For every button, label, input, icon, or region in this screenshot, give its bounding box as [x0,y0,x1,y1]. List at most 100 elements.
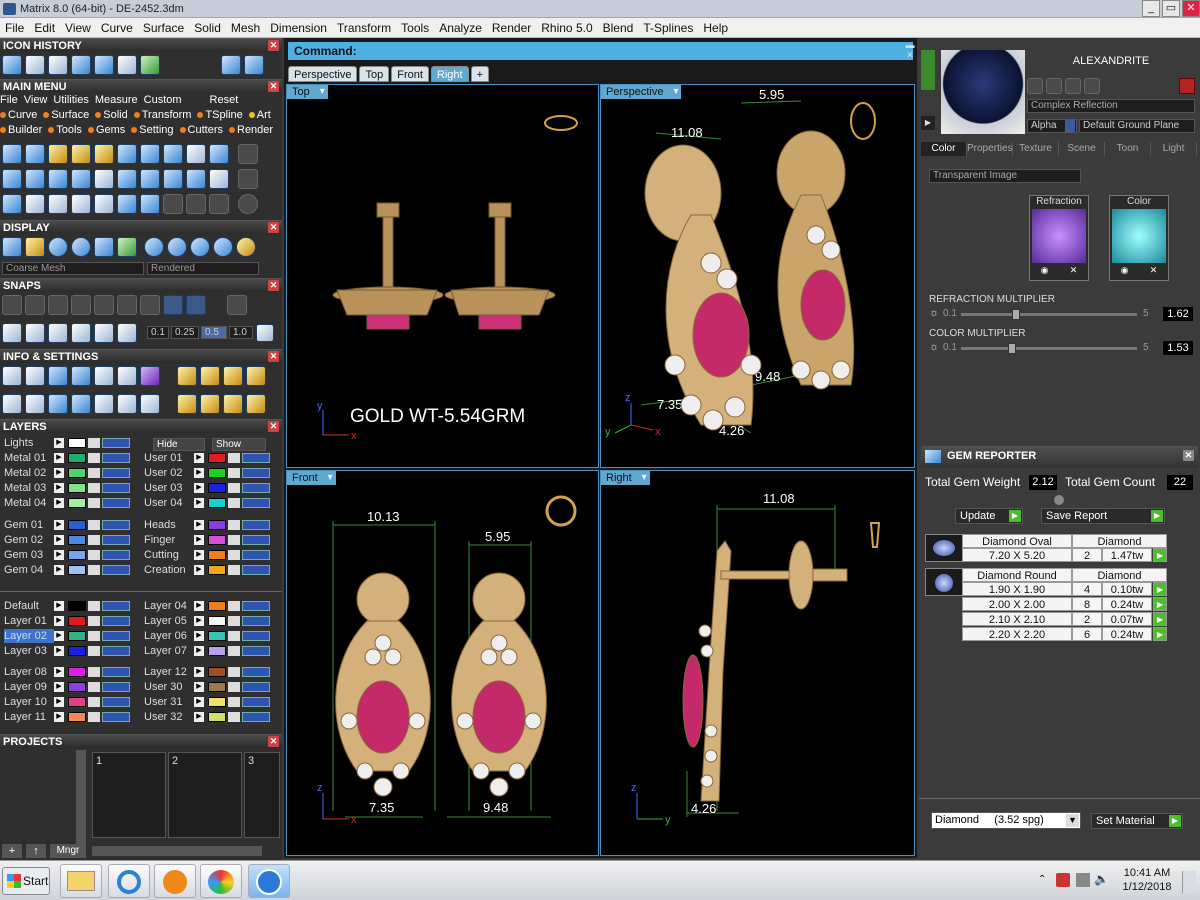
layer-row[interactable]: Gem 02 ▶ [4,533,134,547]
set-material-button[interactable]: Set Material ▶ [1091,813,1183,829]
viewport-top[interactable]: Top y x GOLD WT-5.54GRM [286,84,599,468]
expand-icon[interactable]: ▶ [194,550,204,560]
display-icon[interactable] [71,237,91,257]
tool-icon[interactable] [117,144,137,164]
tool-icon[interactable] [2,169,22,189]
manager-button[interactable]: Mngr [50,844,86,858]
tab-scene[interactable]: Scene [1059,142,1105,156]
snap-icon[interactable] [117,295,137,315]
lock-icon[interactable] [228,667,240,677]
expand-icon[interactable]: ▶ [54,697,64,707]
expand-icon[interactable]: ▶ [194,520,204,530]
settings-icon[interactable] [2,394,22,414]
layer-color-swatch[interactable] [208,535,226,545]
visibility-toggle[interactable] [102,646,130,656]
tool-icon[interactable] [25,194,45,214]
layer-color-swatch[interactable] [208,520,226,530]
expand-icon[interactable]: ▶ [54,498,64,508]
lock-icon[interactable] [88,565,100,575]
lock-icon[interactable] [88,498,100,508]
display-icon[interactable] [117,237,137,257]
tool-icon[interactable] [48,144,68,164]
close-button[interactable]: ✕ [1182,0,1200,17]
close-icon[interactable]: ✕ [268,81,279,92]
mm-custom[interactable]: Custom [144,94,182,106]
show-hidden-icons[interactable]: ⌃ [1038,874,1046,885]
display-icon[interactable] [2,237,22,257]
project-slot-1[interactable]: 1 [92,752,166,838]
tool-icon[interactable] [140,194,160,214]
tab-perspective[interactable]: Perspective [288,66,358,82]
menu-help[interactable]: Help [698,21,733,35]
project-slot-2[interactable]: 2 [168,752,242,838]
expand-icon[interactable]: ▶ [54,520,64,530]
menu-blend[interactable]: Blend [598,21,639,35]
visibility-toggle[interactable] [242,682,270,692]
layer-row[interactable]: Metal 03 ▶ [4,481,134,495]
add-tab-button[interactable]: + [470,66,490,82]
color-swatch[interactable]: Color ◉ ✕ [1109,195,1169,281]
layer-row[interactable]: Layer 10 ▶ [4,695,134,709]
slider-track[interactable] [961,347,1137,350]
layer-row[interactable]: Layer 08 ▶ [4,665,134,679]
lock-icon[interactable] [88,453,100,463]
projects-scrollbar[interactable] [76,750,86,845]
close-icon[interactable]: ✕ [268,736,279,747]
mm-tools[interactable]: Tools [48,124,82,136]
close-icon[interactable]: ✕ [268,351,279,362]
expand-icon[interactable]: ▶ [54,616,64,626]
expand-icon[interactable]: ▶ [54,601,64,611]
round-row-arrow-icon[interactable]: ▶ [1153,597,1167,611]
tool-icon[interactable] [163,144,183,164]
visibility-toggle[interactable] [102,498,130,508]
tool-icon[interactable] [94,194,114,214]
layer-row[interactable]: Layer 11 ▶ [4,710,134,724]
settings-icon[interactable] [177,394,197,414]
layer-color-swatch[interactable] [208,483,226,493]
display-render-select[interactable]: Rendered [147,262,259,275]
menu-surface[interactable]: Surface [138,21,189,35]
layer-row[interactable]: Layer 03 ▶ [4,644,134,658]
material-refresh-icon[interactable] [1179,78,1195,94]
project-slot-3[interactable]: 3 [244,752,280,838]
history-back-icon[interactable] [221,55,241,75]
layer-color-swatch[interactable] [208,712,226,722]
visibility-toggle[interactable] [242,535,270,545]
show-button[interactable]: Show [212,438,266,451]
expand-icon[interactable]: ▶ [54,453,64,463]
mm-curve[interactable]: Curve [0,109,37,121]
splitter-handle[interactable] [1054,495,1064,505]
lock-icon[interactable] [88,646,100,656]
tool-icon[interactable] [117,194,137,214]
tab-texture[interactable]: Texture [1013,142,1059,156]
tool-icon[interactable] [238,144,258,164]
expand-icon[interactable]: ▶ [194,453,204,463]
layer-row[interactable]: User 01 ▶ [144,451,274,465]
tool-icon[interactable] [48,169,68,189]
layer-color-swatch[interactable] [68,468,86,478]
lock-icon[interactable] [228,453,240,463]
visibility-toggle[interactable] [242,483,270,493]
menu-tsplines[interactable]: T-Splines [638,21,698,35]
layer-row[interactable]: User 02 ▶ [144,466,274,480]
visibility-toggle[interactable] [242,453,270,463]
lock-icon[interactable] [88,468,100,478]
layer-color-swatch[interactable] [68,667,86,677]
visibility-toggle[interactable] [242,550,270,560]
snap-value-3[interactable]: 0.5 [201,326,227,339]
expand-icon[interactable]: ▶ [194,498,204,508]
layer-row[interactable]: Gem 01 ▶ [4,518,134,532]
tab-right[interactable]: Right [430,66,469,82]
layer-row[interactable]: Layer 02 ▶ [4,629,134,643]
lock-icon[interactable] [228,712,240,722]
settings-icon[interactable] [71,366,91,386]
paint-icon[interactable] [200,864,242,898]
lock-icon[interactable] [228,565,240,575]
command-panel-controls[interactable]: ▬ ✕ [905,40,915,62]
snap-icon[interactable] [25,295,45,315]
material-tool-icon[interactable] [1065,78,1081,94]
action-center-icon[interactable] [1056,873,1070,887]
material-tool-icon[interactable] [1046,78,1062,94]
expand-icon[interactable]: ▶ [194,483,204,493]
lock-icon[interactable] [88,438,100,448]
